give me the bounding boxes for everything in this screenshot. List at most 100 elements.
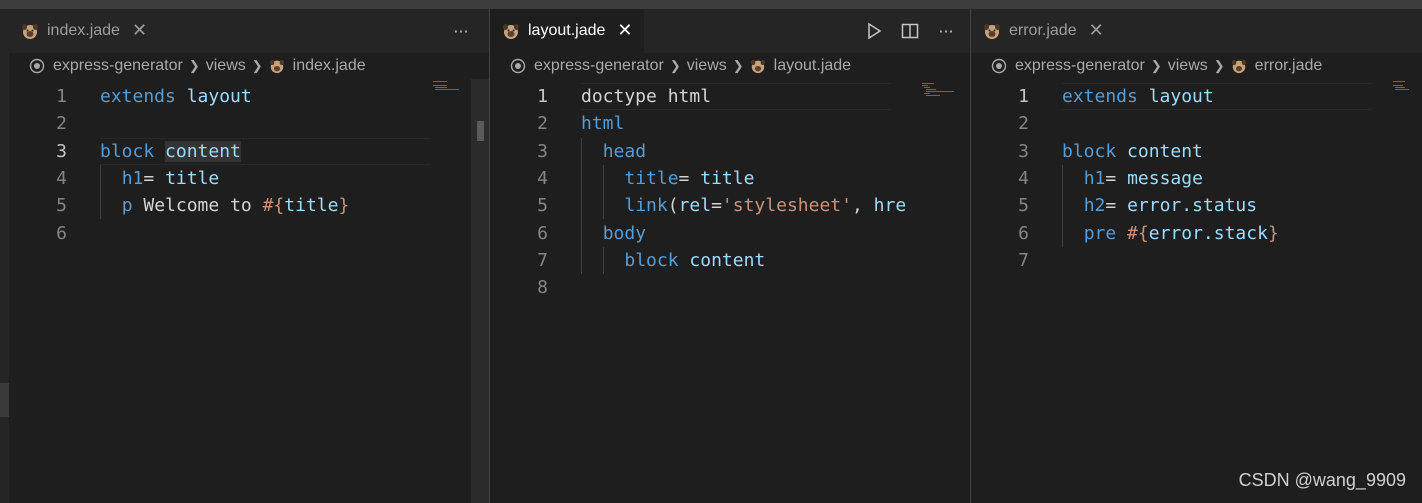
code-token: extends [100, 86, 176, 107]
code-text: block content [100, 138, 241, 165]
code-token: head [602, 140, 647, 162]
breadcrumb: express-generator ❯ views ❯ error.jade [991, 53, 1322, 79]
code-token: Welcome to [132, 195, 263, 217]
code-line: 2 [971, 110, 1422, 137]
code-text: head [581, 138, 646, 165]
breadcrumb-file[interactable]: layout.jade [774, 57, 851, 75]
editor-actions: ··· [450, 9, 472, 53]
tab-bar: index.jade ✕ [9, 9, 489, 53]
code-text: h2= error.status [1062, 192, 1257, 219]
code-line: 4 h1= message [971, 165, 1422, 192]
indent-guide [100, 164, 101, 220]
target-icon [29, 58, 45, 74]
line-number: 7 [1018, 249, 1029, 271]
code-token: error.stack [1148, 222, 1268, 244]
code-token: rel [678, 195, 712, 217]
pug-icon [750, 59, 765, 74]
close-icon[interactable]: ✕ [617, 22, 632, 40]
line-number: 6 [56, 222, 67, 244]
line-number: 6 [537, 222, 548, 244]
line-number: 1 [1018, 86, 1029, 107]
tab-layout-jade[interactable]: layout.jade ✕ [490, 9, 645, 53]
breadcrumb-folder[interactable]: express-generator [53, 57, 183, 75]
code-token: block [100, 140, 155, 162]
split-editor-icon[interactable] [899, 20, 921, 42]
code-token: body [602, 222, 647, 244]
code-line: 1 extends layout [9, 83, 489, 110]
pug-icon [984, 24, 1000, 39]
breadcrumb-sub[interactable]: views [1168, 57, 1208, 75]
breadcrumb-file[interactable]: error.jade [1255, 57, 1323, 75]
code-token: ( [667, 195, 679, 217]
line-number: 5 [537, 195, 548, 217]
tab-index-jade[interactable]: index.jade ✕ [9, 9, 159, 53]
breadcrumb-folder[interactable]: express-generator [1015, 57, 1145, 75]
code-token: h2 [1083, 195, 1106, 217]
code-token: = [1105, 167, 1128, 189]
code-line: 1 extends layout [971, 83, 1422, 110]
code-text: h1= title [100, 165, 220, 192]
line-number: 3 [537, 140, 548, 162]
tab-label: error.jade [1009, 22, 1077, 39]
code-text: link(rel='stylesheet', hre [581, 192, 906, 219]
code-editor[interactable]: 1 doctype html 2 html 3 head 4 title= title 5 … [490, 79, 910, 503]
code-line: 7 block content [490, 247, 910, 274]
code-token: hre [873, 195, 907, 217]
line-number: 2 [1018, 113, 1029, 135]
close-icon[interactable]: ✕ [1089, 22, 1104, 40]
breadcrumb: express-generator ❯ views ❯ index.jade [29, 53, 366, 79]
code-text: block content [1062, 138, 1203, 165]
more-actions-icon[interactable]: ··· [935, 20, 957, 42]
target-icon [991, 58, 1007, 74]
editor-actions: ··· [863, 9, 957, 53]
code-text: h1= message [1062, 165, 1203, 192]
target-icon [510, 58, 526, 74]
code-token: } [338, 195, 350, 217]
breadcrumb-sub[interactable]: views [206, 57, 246, 75]
tab-bar: error.jade ✕ [971, 9, 1422, 53]
code-token: title [624, 167, 679, 189]
line-number: 4 [56, 167, 67, 189]
code-line: 4 h1= title [9, 165, 489, 192]
close-icon[interactable]: ✕ [132, 22, 147, 40]
code-line: 2 [9, 110, 489, 137]
line-number: 7 [537, 249, 548, 271]
code-token: #{ [262, 195, 285, 217]
code-text: extends layout [100, 83, 252, 110]
code-line: 6 pre #{error.stack} [971, 220, 1422, 247]
minimap[interactable] [920, 81, 960, 121]
line-number: 5 [56, 195, 67, 217]
breadcrumb-file[interactable]: index.jade [293, 57, 366, 75]
code-line: 6 body [490, 220, 910, 247]
editor-group-2: layout.jade ✕ ··· express-generator ❯ vi… [490, 9, 970, 503]
breadcrumb-sub[interactable]: views [687, 57, 727, 75]
strip-marker [0, 383, 9, 417]
breadcrumb-folder[interactable]: express-generator [534, 57, 664, 75]
code-token: = [678, 167, 701, 189]
pug-icon [1231, 59, 1246, 74]
code-editor[interactable]: 1 extends layout 2 3 block content 4 h1= titl… [9, 79, 489, 503]
code-token: html [581, 113, 625, 135]
run-icon[interactable] [863, 20, 885, 42]
code-token: , [851, 195, 874, 217]
indent-guide [581, 137, 582, 275]
line-number: 1 [56, 86, 67, 107]
code-line: 2 html [490, 110, 910, 137]
tab-error-jade[interactable]: error.jade ✕ [971, 9, 1116, 53]
pug-icon [22, 24, 38, 39]
code-line: 3 block content [9, 138, 489, 165]
code-token: h1 [121, 167, 144, 189]
more-actions-icon[interactable]: ··· [450, 20, 472, 42]
line-number: 5 [1018, 195, 1029, 217]
code-line: 5 p Welcome to #{title} [9, 192, 489, 219]
code-line: 3 head [490, 138, 910, 165]
code-text: title= title [581, 165, 754, 192]
code-editor[interactable]: 1 extends layout 2 3 block content 4 h1= mess… [971, 79, 1422, 503]
watermark: CSDN @wang_9909 [1238, 470, 1406, 490]
